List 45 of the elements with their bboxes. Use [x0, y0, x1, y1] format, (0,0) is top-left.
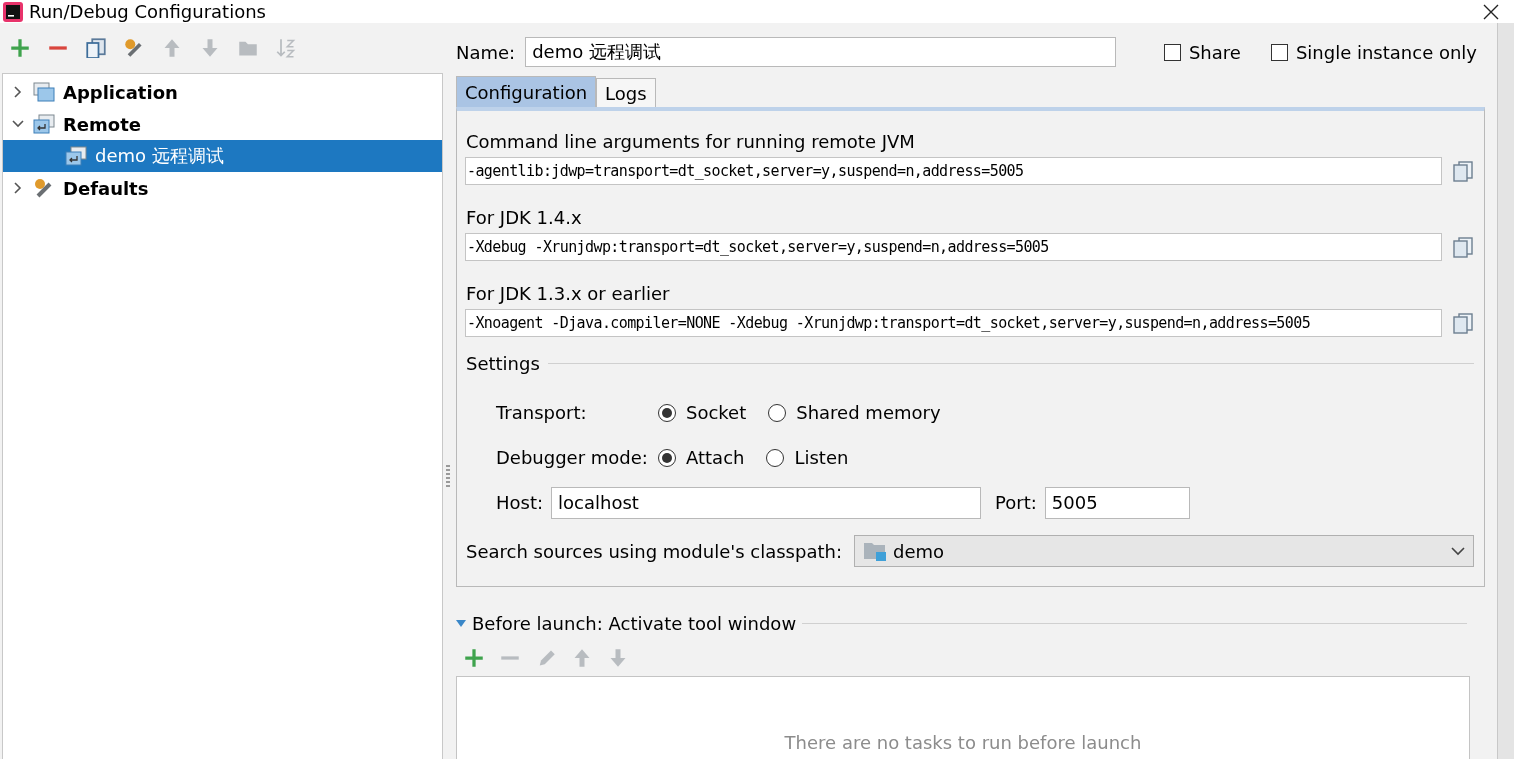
copy-icon[interactable]: [1452, 236, 1474, 258]
checkbox[interactable]: Share: [1163, 41, 1241, 63]
radio-button[interactable]: Socket: [658, 402, 747, 423]
field-label: Command line arguments for running remote JVM: [466, 131, 916, 152]
port-field[interactable]: 5005: [1044, 486, 1190, 519]
radio-button[interactable]: Shared memory: [768, 402, 941, 423]
module-dropdown[interactable]: demo: [853, 535, 1474, 567]
section-title: Settings: [466, 353, 540, 374]
field-label: Name:: [456, 41, 516, 63]
field-label: Host:: [496, 492, 544, 513]
text-field[interactable]: -Xnoagent -Djava.compiler=NONE -Xdebug -Xrunjdwp:transport=dt_socket,server=y,suspend=n,address=5005: [465, 309, 1442, 337]
field-label: For JDK 1.4.x: [466, 207, 583, 228]
section-title: Before launch: Activate tool window: [472, 613, 797, 634]
copy-icon[interactable]: [1452, 160, 1474, 182]
module-folder-icon: [862, 540, 889, 562]
collapse-triangle-icon[interactable]: [456, 619, 466, 628]
empty-message: There are no tasks to run before launch: [784, 732, 1142, 753]
host-field[interactable]: localhost: [551, 486, 982, 519]
text-field[interactable]: -Xdebug -Xrunjdwp:transport=dt_socket,server=y,suspend=n,address=5005: [465, 233, 1442, 261]
tree-item[interactable]: demo 远程调试: [3, 140, 442, 172]
text-field[interactable]: -agentlib:jdwp=transport=dt_socket,server=y,suspend=n,address=5005: [465, 157, 1442, 185]
tree-item[interactable]: Application: [3, 76, 442, 108]
tab[interactable]: Logs: [596, 78, 656, 107]
remote-icon: [33, 114, 55, 134]
radio-button[interactable]: Listen: [766, 447, 849, 468]
window-title: Run/Debug Configurations: [29, 1, 267, 22]
checkbox[interactable]: Single instance only: [1270, 41, 1477, 63]
radio-button[interactable]: Attach: [658, 447, 745, 468]
field-label: Transport:: [496, 402, 588, 423]
name-field[interactable]: demo 远程调试: [525, 37, 1116, 67]
field-label: Port:: [995, 492, 1037, 513]
tab[interactable]: Configuration: [456, 76, 597, 107]
field-label: Search sources using module's classpath:: [466, 540, 842, 562]
close-icon[interactable]: [1483, 3, 1499, 20]
field-label: Debugger mode:: [496, 447, 649, 468]
add-icon[interactable]: [10, 38, 30, 58]
remote-icon: [65, 146, 87, 166]
copy-icon[interactable]: [86, 38, 106, 58]
add-icon[interactable]: [464, 648, 484, 668]
caret-icon: [1451, 546, 1465, 556]
copy-icon[interactable]: [1452, 312, 1474, 334]
tree-item[interactable]: Remote: [3, 108, 442, 140]
field-label: For JDK 1.3.x or earlier: [466, 283, 671, 304]
tree-item[interactable]: Defaults: [3, 172, 442, 204]
window-icon: [33, 82, 55, 102]
